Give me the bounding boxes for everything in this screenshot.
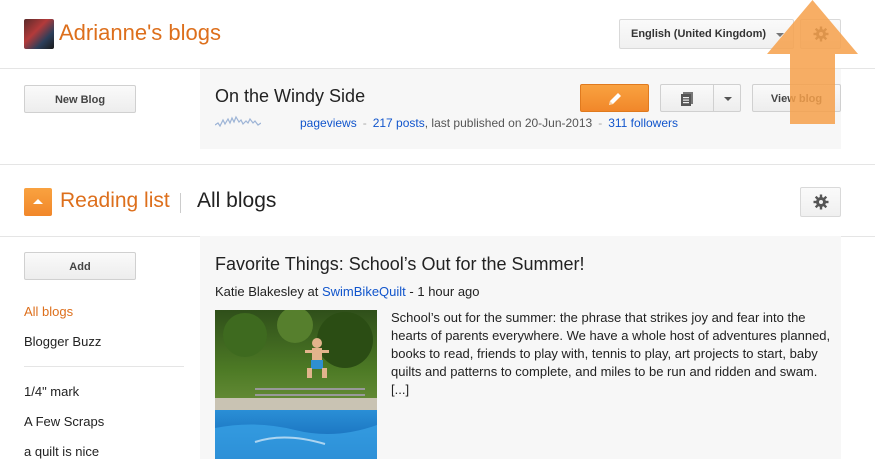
last-published-text: last published on 20-Jun-2013 [431, 116, 593, 130]
title-separator [180, 193, 181, 213]
section-divider [0, 164, 875, 165]
pencil-icon [609, 93, 621, 105]
gear-icon [813, 26, 829, 42]
document-list-icon [681, 92, 693, 106]
triangle-up-icon [33, 199, 43, 204]
post-author: Katie Blakesley [215, 284, 304, 299]
reading-list-settings-button[interactable] [800, 187, 841, 217]
posts-link[interactable]: 217 posts [373, 116, 425, 130]
blog-card [200, 69, 841, 149]
post-title[interactable]: Favorite Things: School’s Out for the Su… [215, 254, 585, 275]
settings-button[interactable] [800, 19, 841, 49]
blog-name[interactable]: On the Windy Side [215, 86, 365, 107]
sidebar-item-a-few-scraps[interactable]: A Few Scraps [24, 414, 104, 429]
sidebar-divider [24, 366, 184, 367]
post-time: - 1 hour ago [409, 284, 480, 299]
sidebar-item-blogger-buzz[interactable]: Blogger Buzz [24, 334, 101, 349]
add-blog-button[interactable]: Add [24, 252, 136, 280]
posts-menu-button[interactable] [660, 84, 741, 112]
sidebar-item-a-quilt-is-nice[interactable]: a quilt is nice [24, 444, 99, 459]
reading-list-title: Reading list [60, 189, 170, 212]
followers-link[interactable]: 311 followers [608, 116, 678, 130]
post-excerpt: School’s out for the summer: the phrase … [391, 310, 831, 397]
gear-icon [813, 194, 829, 210]
view-blog-button[interactable]: View blog [752, 84, 841, 112]
page-title: Adrianne's blogs [59, 20, 221, 45]
language-select-value: English (United Kingdom) [631, 28, 767, 40]
post-image[interactable] [215, 310, 377, 459]
pageviews-sparkline [215, 115, 261, 128]
post-blog-link[interactable]: SwimBikeQuilt [322, 284, 406, 299]
split-divider [713, 85, 714, 111]
chevron-down-icon [776, 33, 784, 37]
avatar[interactable] [24, 19, 54, 49]
reading-list-view: All blogs [197, 189, 277, 212]
blog-stats: pageviews -217 posts, last published on 2… [300, 116, 679, 130]
pageviews-link[interactable]: pageviews [300, 116, 357, 130]
sidebar-item-all-blogs[interactable]: All blogs [24, 304, 73, 319]
language-select[interactable]: English (United Kingdom) [619, 19, 794, 49]
post-at: at [307, 284, 319, 299]
chevron-down-icon[interactable] [724, 97, 732, 101]
reading-list-toggle[interactable] [24, 188, 52, 216]
new-post-button[interactable] [580, 84, 649, 112]
sidebar-item-quarter-inch-mark[interactable]: 1/4" mark [24, 384, 79, 399]
post-meta: Katie Blakesley at SwimBikeQuilt - 1 hou… [215, 284, 480, 299]
new-blog-button[interactable]: New Blog [24, 85, 136, 113]
